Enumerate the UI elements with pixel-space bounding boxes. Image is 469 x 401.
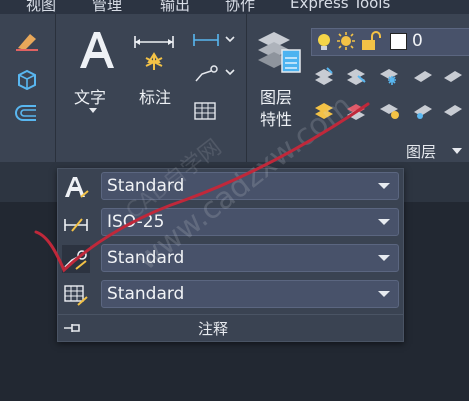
multileader-style-row: Standard: [58, 241, 403, 275]
text-button-label: 文字: [74, 88, 107, 107]
menu-view[interactable]: 视图: [26, 0, 56, 14]
table-style-row: Standard: [58, 277, 403, 311]
ribbon-separator: [246, 14, 247, 162]
leader-icon[interactable]: [192, 64, 236, 84]
layer-props-label-1: 图层: [260, 88, 293, 107]
layer-dropdown[interactable]: 0: [311, 28, 469, 56]
chevron-down-icon: [378, 183, 390, 189]
layer-panel-label[interactable]: 图层: [406, 141, 436, 162]
table-style-dropdown[interactable]: Standard: [101, 280, 399, 308]
dim-style-icon: [64, 218, 88, 232]
chevron-down-icon: [378, 219, 390, 225]
pin-icon[interactable]: [62, 321, 82, 335]
layer-tool-icon[interactable]: [442, 66, 464, 86]
text-button[interactable]: [76, 28, 116, 70]
menu-manage[interactable]: 管理: [92, 0, 122, 14]
menu-output[interactable]: 输出: [160, 0, 190, 14]
chevron-down-icon: [378, 255, 390, 261]
layer-isolate-icon[interactable]: [378, 100, 402, 122]
layer-tool-icon[interactable]: [442, 100, 464, 120]
lightbulb-icon: [318, 34, 330, 50]
layer-properties-icon[interactable]: [254, 28, 302, 78]
dimension-button-label: 标注: [139, 88, 172, 107]
box-icon[interactable]: [14, 68, 40, 90]
unlock-icon: [362, 31, 381, 50]
ribbon-separator: [55, 14, 56, 162]
table-icon[interactable]: [193, 101, 217, 121]
annotation-panel-label[interactable]: 注释: [198, 318, 228, 339]
big-a-icon: [80, 32, 114, 68]
sun-icon: [337, 32, 355, 50]
offset-icon[interactable]: [14, 102, 40, 124]
menu-express-tools[interactable]: Express Tools: [290, 0, 390, 12]
eraser-icon[interactable]: [14, 30, 40, 52]
chevron-down-icon: [378, 291, 390, 297]
dimension-icon[interactable]: [131, 30, 177, 76]
chevron-down-icon[interactable]: [452, 148, 462, 154]
table-style-value: Standard: [107, 284, 185, 304]
layer-tool-icon[interactable]: [313, 66, 335, 86]
menu-bar: 视图 管理 输出 协作 Express Tools: [0, 0, 469, 14]
freeze-layer-icon[interactable]: [378, 66, 400, 86]
text-style-icon: [65, 177, 89, 198]
layer-tool-icon[interactable]: [345, 66, 367, 86]
annotation-panel-footer: 注释: [58, 314, 403, 341]
layer-tool-icon[interactable]: [412, 66, 434, 86]
multileader-style-icon: [62, 245, 90, 273]
menu-collaborate[interactable]: 协作: [225, 0, 255, 14]
chevron-down-icon[interactable]: [89, 108, 97, 113]
layer-tool-icon[interactable]: [412, 100, 434, 120]
table-style-icon: [64, 285, 88, 306]
linear-dim-icon[interactable]: [192, 31, 236, 49]
current-layer-name: 0: [412, 31, 423, 51]
layer-color-swatch: [390, 33, 407, 50]
